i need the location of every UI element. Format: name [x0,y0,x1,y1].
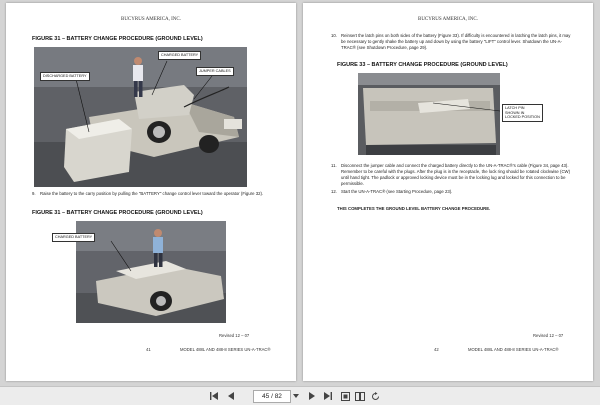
callout-latch-pin: LATCH PIN SHOWN IN LOCKED POSITION [502,104,543,122]
revised-note: Revised 12 – 07 [219,333,250,338]
model-footer: MODEL 488L AND 488-8 SERIES UN-A-TRAC® [468,347,559,352]
step-10-text: Reinsert the latch pins on both sides of… [341,33,571,50]
document-viewer[interactable]: BUCYRUS AMERICA, INC. FIGURE 31 – BATTER… [0,0,600,386]
figure-title-2: FIGURE 31 – BATTERY CHANGE PROCEDURE (GR… [32,210,203,216]
page-number-input[interactable]: 45 / 82 [253,390,291,403]
figure-title: FIGURE 31 – BATTERY CHANGE PROCEDURE (GR… [32,36,203,42]
step-12-text: Start the UN-A-TRAC® (see Starting Proce… [341,189,453,194]
page-header: BUCYRUS AMERICA, INC. [120,17,181,22]
step-9-text: Raise the battery to the carry position … [40,191,264,196]
latch-pin-photo [358,73,500,155]
page-header: BUCYRUS AMERICA, INC. [417,17,478,22]
step-number: 9. [32,191,36,196]
revised-note: Revised 12 – 07 [533,333,564,338]
callout-line-2: SHOWN IN [505,110,525,115]
callout-charged-battery-2: CHARGED BATTERY [52,233,96,242]
next-page-icon[interactable] [305,390,317,402]
model-footer: MODEL 488L AND 488-8 SERIES UN-A-TRAC® [180,347,271,352]
callout-line-3: LOCKED POSITION [505,115,540,120]
viewer-toolbar: 45 / 82 [0,386,600,405]
last-page-icon[interactable] [321,390,333,402]
page-number: 42 [434,347,439,352]
page-42: BUCYRUS AMERICA, INC. 10. Reinsert the l… [303,3,593,381]
figure-title: FIGURE 33 – BATTERY CHANGE PROCEDURE (GR… [337,62,508,68]
callout-jumper-cables: JUMPER CABLES [196,67,234,76]
page-number: 41 [146,347,151,352]
step-11-text: Disconnect the jumper cable and connect … [341,163,571,186]
completion-text: THIS COMPLETES THE GROUND LEVEL BATTERY … [337,206,491,211]
page-41: BUCYRUS AMERICA, INC. FIGURE 31 – BATTER… [6,3,296,381]
first-page-icon[interactable] [208,390,220,402]
rotate-icon[interactable] [369,390,381,402]
prev-page-icon[interactable] [225,390,237,402]
two-page-view-icon[interactable] [354,390,366,402]
battery-change-photo-2 [76,221,226,323]
step-number: 10. [331,33,337,38]
fit-page-icon[interactable] [339,390,351,402]
step-number: 12. [331,189,337,194]
callout-line-1: LATCH PIN [505,106,525,110]
step-number: 11. [331,163,337,168]
callout-charged-battery: CHARGED BATTERY [158,51,202,60]
callout-discharged-battery: DISCHARGED BATTERY [40,72,90,81]
page-dropdown-icon[interactable] [291,390,301,402]
